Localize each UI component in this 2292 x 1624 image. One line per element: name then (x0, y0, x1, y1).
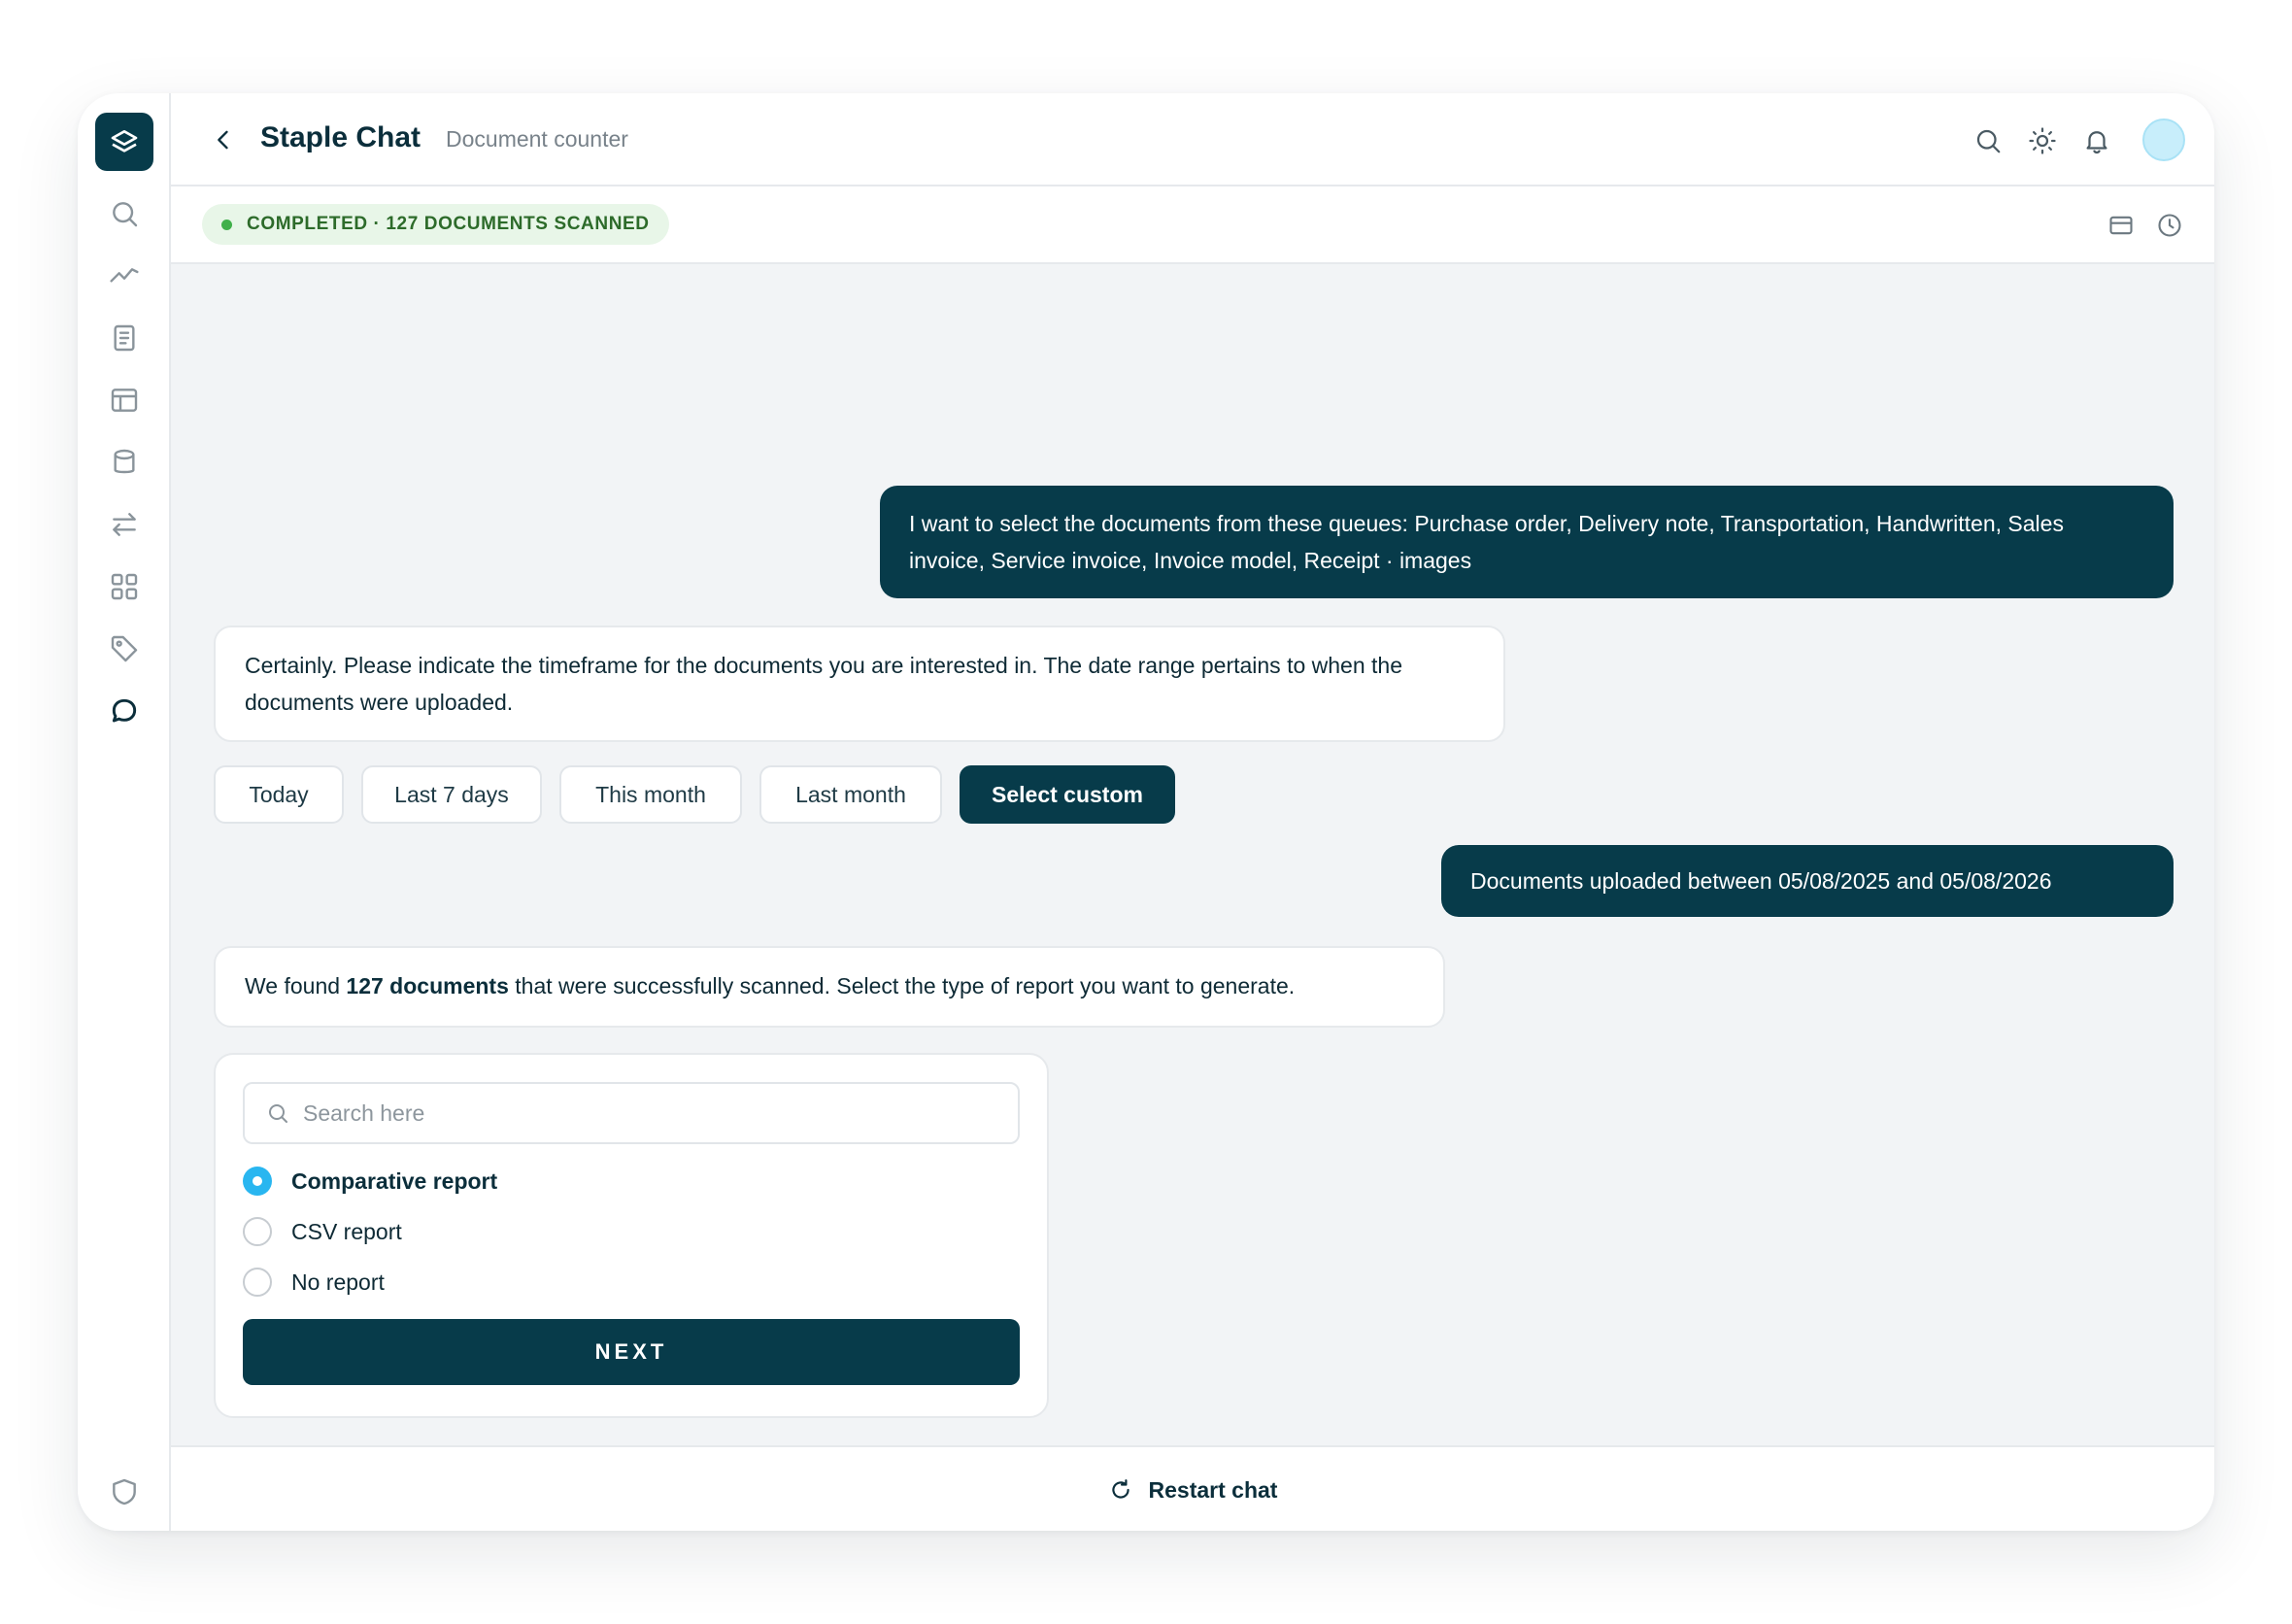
bot-message: Certainly. Please indicate the timeframe… (214, 626, 1505, 742)
option-label: Comparative report (291, 1167, 498, 1194)
timeframe-chip-today[interactable]: Today (214, 765, 344, 824)
avatar[interactable] (2142, 118, 2185, 161)
sun-icon[interactable] (2026, 124, 2059, 157)
page-title: Staple Chat (260, 121, 421, 153)
layout-icon[interactable] (107, 383, 142, 418)
timeframe-chip-last-month[interactable]: Last month (759, 765, 942, 824)
tag-icon[interactable] (107, 631, 142, 666)
panel-icon[interactable] (2106, 210, 2137, 241)
status-text: COMPLETED · 127 DOCUMENTS SCANNED (247, 214, 650, 234)
report-option-csv[interactable]: CSV report (243, 1214, 402, 1249)
radio[interactable] (243, 1268, 272, 1297)
sidebar (78, 93, 171, 1531)
option-label: No report (291, 1269, 385, 1295)
search-icon (269, 1104, 287, 1123)
timeframe-chip-this-month[interactable]: This month (559, 765, 742, 824)
document-count: 127 documents (346, 973, 509, 998)
search-icon[interactable] (1972, 124, 2005, 157)
search-icon[interactable] (107, 196, 142, 231)
app-window: Staple Chat Document counter COMPLETED ·… (78, 93, 2214, 1531)
bell-icon[interactable] (2080, 124, 2113, 157)
status-badge: COMPLETED · 127 DOCUMENTS SCANNED (202, 204, 669, 245)
apps-icon[interactable] (107, 569, 142, 604)
bot-message-suffix: that were successfully scanned. Select t… (508, 973, 1296, 998)
layers-icon (111, 130, 138, 152)
option-label: CSV report (291, 1218, 402, 1244)
restart-chat-label: Restart chat (1148, 1476, 1278, 1503)
chevron-left-icon (218, 130, 228, 150)
next-button[interactable]: NEXT (243, 1319, 1020, 1385)
restart-chat-button[interactable]: Restart chat (171, 1447, 2214, 1531)
radio[interactable] (243, 1217, 272, 1246)
header: Staple Chat Document counter (171, 93, 2214, 186)
timeframe-chip-last-7-days[interactable]: Last 7 days (361, 765, 542, 824)
history-icon[interactable] (2154, 210, 2185, 241)
bot-message-prefix: We found (245, 973, 347, 998)
search-input[interactable] (303, 1100, 983, 1127)
chat-icon[interactable] (107, 694, 142, 728)
shield-icon[interactable] (107, 1474, 142, 1509)
status-dot (221, 220, 232, 230)
report-option-none[interactable]: No report (243, 1265, 385, 1300)
radio-selected[interactable] (243, 1167, 272, 1196)
search-field[interactable] (243, 1082, 1020, 1144)
status-bar: COMPLETED · 127 DOCUMENTS SCANNED (171, 186, 2214, 264)
logo[interactable] (95, 113, 153, 171)
analytics-icon[interactable] (107, 258, 142, 293)
database-icon[interactable] (107, 445, 142, 480)
page-subtitle: Document counter (446, 126, 628, 152)
timeframe-chip-select-custom[interactable]: Select custom (960, 765, 1175, 824)
document-icon[interactable] (107, 321, 142, 355)
report-option-comparative[interactable]: Comparative report (243, 1164, 497, 1199)
report-selection-card: Comparative report CSV report No report … (214, 1053, 1049, 1418)
refresh-icon (1111, 1479, 1129, 1499)
transfer-icon[interactable] (107, 507, 142, 542)
user-message: Documents uploaded between 05/08/2025 an… (1441, 845, 2174, 917)
back-button[interactable] (206, 122, 241, 157)
bot-message: We found 127 documents that were success… (214, 946, 1445, 1028)
user-message: I want to select the documents from thes… (880, 486, 2174, 598)
footer: Restart chat (171, 1445, 2214, 1531)
